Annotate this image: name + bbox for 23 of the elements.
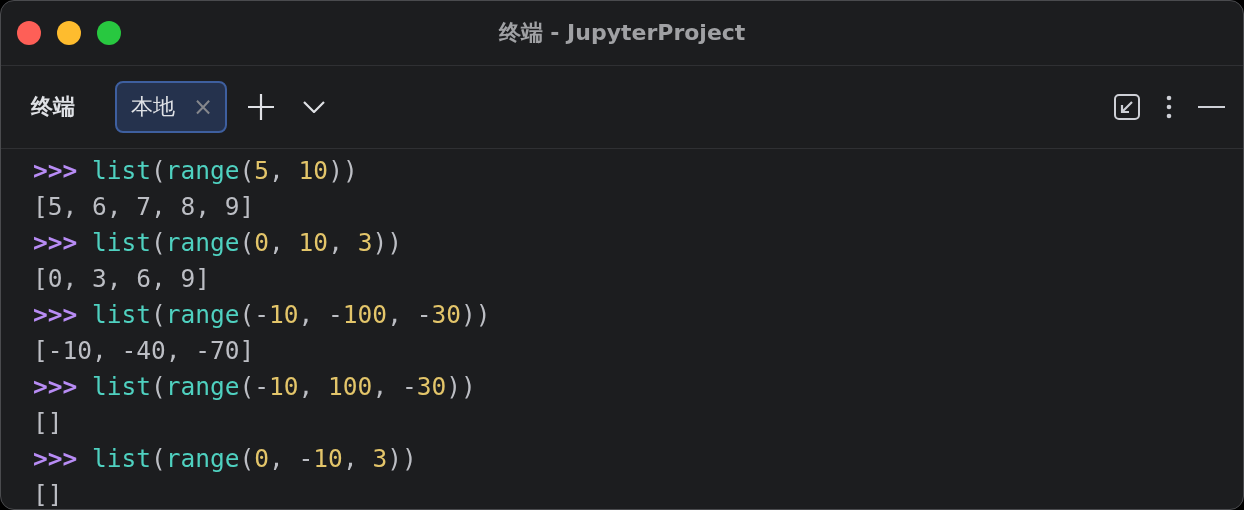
terminal-line: >>> list(range(-10, 100, -30)) [33, 371, 476, 403]
collapse-icon[interactable] [1114, 94, 1140, 120]
terminal-line: >>> list(range(5, 10)) [33, 155, 358, 187]
close-tab-button[interactable]: × [193, 93, 214, 121]
terminal-line: [-10, -40, -70] [33, 335, 255, 367]
add-icon[interactable] [247, 93, 276, 121]
terminal-line: >>> list(range(0, 10, 3)) [33, 227, 402, 259]
terminal-line: [] [33, 479, 63, 509]
tab-label: 本地 [131, 93, 175, 121]
panel-title: 终端 [31, 93, 75, 121]
terminal-line: >>> list(range(-10, -100, -30)) [33, 299, 491, 331]
terminal-line: [] [33, 407, 63, 439]
zoom-window-button[interactable] [97, 21, 121, 45]
close-window-button[interactable] [17, 21, 41, 45]
more-options-icon[interactable] [1166, 95, 1172, 119]
terminal-tab[interactable]: 本地 × [115, 81, 228, 133]
terminal-line: [5, 6, 7, 8, 9] [33, 191, 255, 223]
window-title: 终端 - JupyterProject [498, 20, 746, 45]
terminal-line: [0, 3, 6, 9] [33, 263, 210, 295]
chevron-down-icon[interactable] [303, 101, 326, 113]
minimize-icon[interactable] [1198, 105, 1225, 109]
minimize-window-button[interactable] [57, 21, 81, 45]
terminal-line: >>> list(range(0, -10, 3)) [33, 443, 417, 475]
